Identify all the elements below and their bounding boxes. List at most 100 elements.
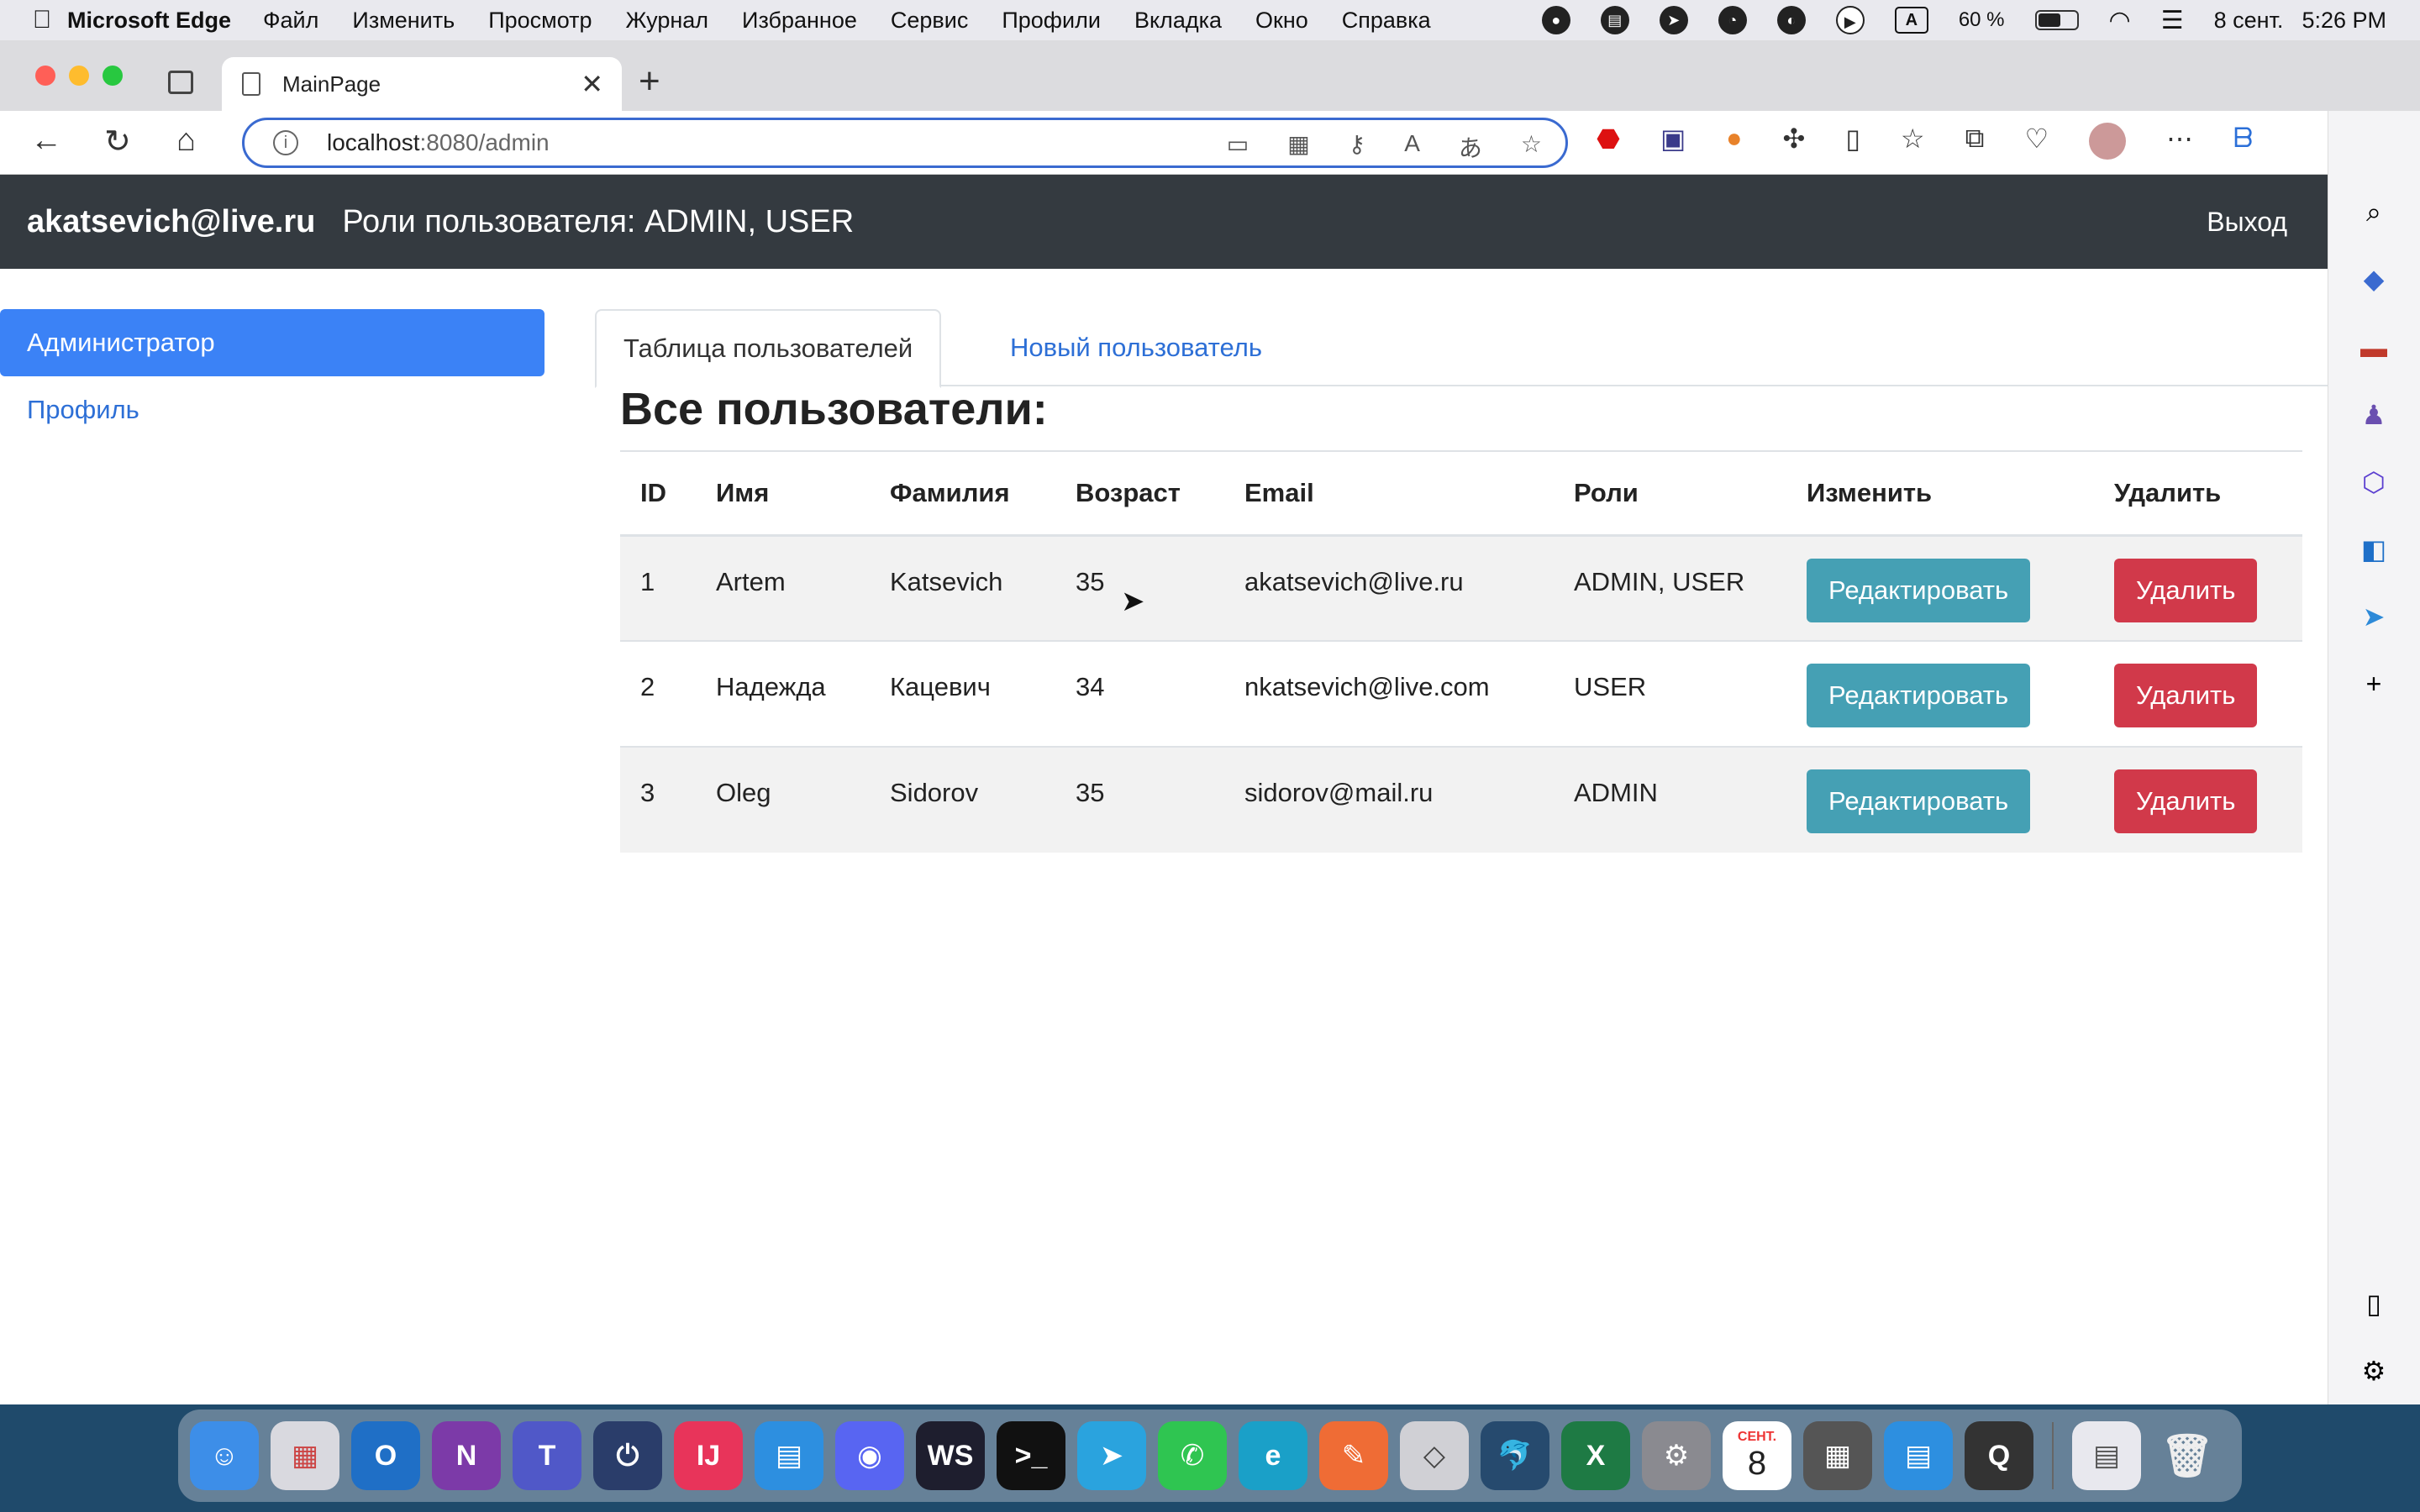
wifi-icon[interactable]: ◠: [2109, 6, 2131, 35]
delete-button[interactable]: Удалить: [2114, 769, 2258, 833]
finder-icon[interactable]: ☺: [190, 1421, 259, 1490]
menu-window[interactable]: Окно: [1255, 8, 1308, 34]
more-menu-icon[interactable]: ⋯: [2166, 123, 2193, 160]
menu-history[interactable]: Журнал: [626, 8, 709, 34]
menu-tools[interactable]: Сервис: [891, 8, 968, 34]
trash-icon[interactable]: 🗑: [2153, 1421, 2222, 1490]
logout-link[interactable]: Выход: [2207, 207, 2287, 238]
record-icon[interactable]: ●: [1541, 6, 1570, 34]
battery-icon[interactable]: [2034, 10, 2079, 30]
send-icon[interactable]: ➤: [2357, 600, 2391, 633]
menu-time[interactable]: 5:26 PM: [2302, 8, 2386, 34]
control-center-icon[interactable]: ☰: [2161, 6, 2184, 35]
games-icon[interactable]: ♟: [2357, 398, 2391, 432]
discord-icon[interactable]: ◉: [835, 1421, 904, 1490]
terminal-icon[interactable]: >_: [997, 1421, 1065, 1490]
menu-profiles[interactable]: Профили: [1002, 8, 1101, 34]
navigation-icon[interactable]: ➤: [1659, 6, 1688, 34]
mysql-workbench-icon[interactable]: 🐬: [1481, 1421, 1549, 1490]
launchpad-icon[interactable]: ▦: [271, 1421, 339, 1490]
calculator-icon[interactable]: ▦: [1803, 1421, 1872, 1490]
docker-desktop-icon[interactable]: ▤: [1884, 1421, 1953, 1490]
translate-icon[interactable]: あ: [1459, 130, 1482, 164]
address-bar[interactable]: i localhost:8080/admin ▭ ▦ ⚷ A あ ☆: [242, 118, 1568, 168]
tools-icon[interactable]: ▬: [2357, 331, 2391, 365]
play-icon[interactable]: ▶: [1835, 6, 1865, 34]
orange-extension-icon[interactable]: ●: [1726, 123, 1742, 160]
menu-edit[interactable]: Изменить: [352, 8, 455, 34]
shopping-tag-icon[interactable]: ◆: [2357, 262, 2391, 296]
read-aloud-icon[interactable]: A: [1404, 130, 1420, 164]
documents-stack-icon[interactable]: ▤: [2072, 1421, 2141, 1490]
favorite-star-icon[interactable]: ☆: [1521, 130, 1542, 164]
key-icon[interactable]: ⚷: [1349, 130, 1366, 164]
office-icon[interactable]: ⬡: [2357, 465, 2391, 499]
sidebar-settings-gear-icon[interactable]: ⚙: [2357, 1354, 2391, 1388]
webstorm-icon[interactable]: WS: [916, 1421, 985, 1490]
menu-help[interactable]: Справка: [1342, 8, 1431, 34]
home-button[interactable]: ⌂: [176, 123, 196, 159]
menu-date[interactable]: 8 сент.: [2214, 8, 2284, 34]
apple-menu-icon[interactable]: : [17, 6, 67, 34]
input-source-icon[interactable]: A: [1894, 7, 1928, 34]
content-tabs: Таблица пользователей Новый пользователь: [595, 309, 2328, 388]
edit-button[interactable]: Редактировать: [1807, 769, 2031, 833]
menu-file[interactable]: Файл: [263, 8, 318, 34]
site-info-icon[interactable]: i: [273, 130, 298, 155]
tab-users-table[interactable]: Таблица пользователей: [595, 309, 942, 388]
adblock-extension-icon[interactable]: ⬣: [1597, 123, 1620, 160]
search-icon[interactable]: ⌕: [2357, 195, 2391, 228]
menu-tab[interactable]: Вкладка: [1134, 8, 1222, 34]
collections-icon[interactable]: ⧉: [1965, 123, 1985, 160]
edit-button[interactable]: Редактировать: [1807, 558, 2031, 622]
menu-view[interactable]: Просмотр: [488, 8, 592, 34]
minimize-window-button[interactable]: [69, 66, 89, 86]
back-button[interactable]: ←: [30, 123, 62, 159]
contrast-icon[interactable]: ◐: [1776, 6, 1806, 34]
split-screen-icon[interactable]: ▯: [1845, 123, 1860, 160]
outlook-app-icon[interactable]: O: [351, 1421, 420, 1490]
edit-button[interactable]: Редактировать: [1807, 664, 2031, 727]
delete-button[interactable]: Удалить: [2114, 664, 2258, 727]
code-extension-icon[interactable]: ▣: [1660, 123, 1686, 160]
power-icon[interactable]: ⏻: [593, 1421, 662, 1490]
extensions-grid-icon[interactable]: ▦: [1287, 130, 1309, 164]
app-available-icon[interactable]: ▭: [1227, 130, 1249, 164]
extensions-puzzle-icon[interactable]: ✣: [1783, 123, 1806, 160]
teams-icon[interactable]: T: [513, 1421, 581, 1490]
intellij-icon[interactable]: IJ: [674, 1421, 743, 1490]
onenote-icon[interactable]: N: [432, 1421, 501, 1490]
nav-item-admin[interactable]: Администратор: [0, 309, 544, 376]
maximize-window-button[interactable]: [103, 66, 123, 86]
delete-button[interactable]: Удалить: [2114, 558, 2258, 622]
close-tab-icon[interactable]: ✕: [581, 68, 603, 100]
system-settings-icon[interactable]: ⚙: [1642, 1421, 1711, 1490]
new-tab-button[interactable]: +: [639, 60, 660, 102]
outlook-icon[interactable]: ◧: [2357, 533, 2391, 566]
roblox-icon[interactable]: ◇: [1400, 1421, 1469, 1490]
telegram-icon[interactable]: ➤: [1077, 1421, 1146, 1490]
calendar-icon[interactable]: СЕНТ. 8: [1723, 1421, 1791, 1490]
tab-new-user[interactable]: Новый пользователь: [983, 309, 1289, 386]
hide-sidebar-icon[interactable]: ▯: [2357, 1287, 2391, 1320]
tab-actions-icon[interactable]: [168, 71, 193, 94]
quicktime-icon[interactable]: Q: [1965, 1421, 2033, 1490]
browser-tab-mainpage[interactable]: MainPage ✕: [222, 57, 622, 111]
nav-item-profile[interactable]: Профиль: [0, 376, 544, 444]
favorites-icon[interactable]: ☆: [1901, 123, 1925, 160]
browser-essentials-icon[interactable]: ♡: [2024, 123, 2049, 160]
menu-favorites[interactable]: Избранное: [742, 8, 857, 34]
docker-status-icon[interactable]: ▤: [1600, 6, 1629, 34]
postman-icon[interactable]: ✎: [1319, 1421, 1388, 1490]
whatsapp-icon[interactable]: ✆: [1158, 1421, 1227, 1490]
close-window-button[interactable]: [35, 66, 55, 86]
pie-icon[interactable]: ◔: [1718, 6, 1747, 34]
profile-avatar[interactable]: [2089, 123, 2127, 160]
docker-icon[interactable]: ▤: [755, 1421, 823, 1490]
add-sidebar-app-icon[interactable]: +: [2357, 667, 2391, 701]
edge-icon[interactable]: e: [1239, 1421, 1307, 1490]
copilot-icon[interactable]: ᗷ: [2233, 123, 2253, 160]
refresh-button[interactable]: ↻: [104, 123, 131, 160]
excel-icon[interactable]: X: [1561, 1421, 1630, 1490]
app-menu[interactable]: Microsoft Edge: [67, 8, 231, 34]
